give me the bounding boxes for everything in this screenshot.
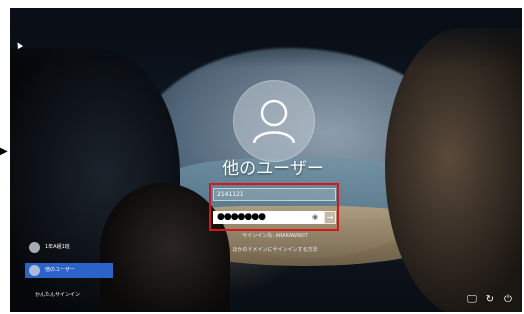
accessibility-icon[interactable]: ↻ (484, 294, 496, 306)
password-field[interactable]: ●●●●●●● (213, 211, 324, 224)
cave-ceiling (10, 8, 522, 68)
username-field[interactable]: 2141121 (213, 188, 336, 201)
user-list-item-label: 他のユーザー (45, 267, 75, 273)
reveal-password-icon[interactable]: ◉ (310, 213, 320, 222)
easy-signin-link[interactable]: かんたんサインイン (35, 291, 105, 299)
submit-button[interactable]: → (324, 211, 336, 224)
person-icon (252, 99, 296, 144)
user-avatar (233, 80, 315, 162)
left-marker-icon: ▶ (0, 146, 8, 157)
user-list-item-selected[interactable]: 他のユーザー (25, 263, 113, 278)
avatar (29, 242, 40, 253)
avatar (29, 265, 40, 276)
other-domain-link[interactable]: ほかのドメインにサインインする方法 (200, 246, 350, 255)
signin-domain-text: サインイン先: ARAKAWAKIT (242, 233, 308, 239)
lock-screen: 他のユーザー 2141121 ●●●●●●● ◉ → サインイン先: ARAKA… (10, 8, 522, 312)
network-icon[interactable]: 🖵 (466, 294, 478, 306)
user-title: 他のユーザー (222, 159, 324, 179)
user-list-item[interactable]: 1年A組1班 (25, 240, 113, 255)
power-icon[interactable]: ⏻ (502, 294, 514, 306)
user-list-item-label: 1年A組1班 (45, 244, 70, 250)
